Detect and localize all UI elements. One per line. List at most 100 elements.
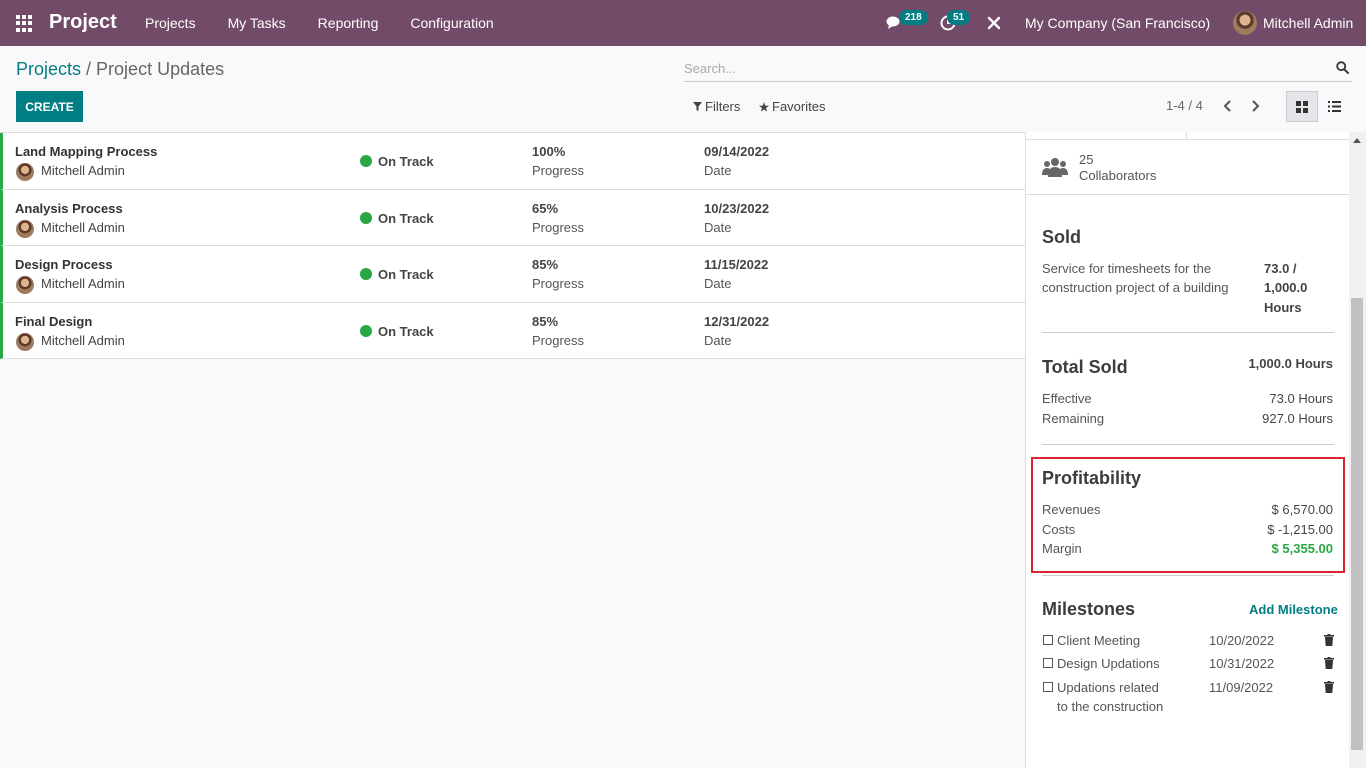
milestone-name[interactable]: Design Updations [1057,654,1160,673]
update-status: On Track [378,323,434,339]
kanban-view-button[interactable] [1286,91,1318,122]
progress-label: Progress [532,219,585,235]
user-menu[interactable]: Mitchell Admin [1263,15,1353,31]
project-updates-list: Land Mapping Process Mitchell Admin On T… [0,132,1025,359]
milestone-checkbox[interactable] [1043,635,1053,645]
update-progress: 85% [532,257,559,272]
avatar [16,219,34,238]
scrollbar-thumb[interactable] [1351,298,1363,750]
pager-next-icon[interactable] [1248,98,1262,114]
list-view-icon [1327,101,1341,112]
panel-scrollbar[interactable] [1349,132,1366,768]
milestone-name[interactable]: Updations related [1057,678,1159,697]
avatar [16,276,34,294]
update-name: Analysis Process [15,200,123,216]
effective-label: Effective [1042,391,1092,406]
divider [1042,575,1334,576]
company-switcher[interactable]: My Company (San Francisco) [1025,15,1210,31]
menu-configuration[interactable]: Configuration [410,15,493,31]
progress-label: Progress [532,332,585,348]
trash-icon[interactable] [1324,657,1334,669]
effective-value: 73.0 Hours [1269,391,1333,406]
milestone-date[interactable]: 10/20/2022 [1209,633,1274,648]
create-button[interactable]: CREATE [16,91,83,122]
sold-item-line2: construction project of a building [1042,280,1229,295]
update-date: 11/15/2022 [704,257,769,272]
progress-label: Progress [532,276,585,291]
user-avatar[interactable] [1233,11,1257,35]
divider [1042,332,1334,333]
status-dot-icon [360,211,372,224]
trash-icon[interactable] [1324,681,1334,693]
tools-icon[interactable] [987,16,1001,30]
collaborators-label[interactable]: Collaborators [1079,168,1156,183]
update-user: Mitchell Admin [41,219,125,235]
filter-icon [693,102,702,111]
milestones-title: Milestones [1042,599,1136,619]
date-label: Date [704,332,732,348]
divider [1026,194,1350,195]
update-row[interactable]: Design Process Mitchell Admin On Track 8… [0,246,1025,303]
panel-top-divider [1026,132,1350,140]
milestone-name[interactable]: Client Meeting [1057,631,1140,650]
date-label: Date [704,219,732,235]
revenues-label: Revenues [1042,502,1101,517]
update-status: On Track [378,210,434,226]
apps-menu-icon[interactable] [16,15,33,32]
margin-value: $ 5,355.00 [1271,541,1333,556]
update-date: 09/14/2022 [704,144,770,159]
divider [1042,444,1334,445]
breadcrumb-current: Project Updates [96,59,225,79]
add-milestone-button[interactable]: Add Milestone [1249,602,1338,617]
breadcrumb: Projects / Project Updates [16,59,224,80]
sold-title: Sold [1042,227,1081,247]
status-dot-icon [360,155,372,167]
progress-label: Progress [532,163,585,178]
milestone-checkbox[interactable] [1043,658,1053,668]
list-view-button[interactable] [1318,91,1350,122]
pager-previous-icon[interactable] [1221,98,1235,114]
update-user: Mitchell Admin [41,276,125,291]
update-progress: 85% [532,313,559,329]
update-user: Mitchell Admin [41,163,125,178]
milestone-date[interactable]: 11/09/2022 [1209,680,1273,695]
collaborators-count[interactable]: 25 [1079,152,1093,167]
favorites-dropdown[interactable]: Favorites [759,99,825,114]
update-row[interactable]: Land Mapping Process Mitchell Admin On T… [0,133,1025,190]
update-date: 10/23/2022 [704,200,770,216]
update-user: Mitchell Admin [41,332,125,348]
update-row[interactable]: Analysis Process Mitchell Admin On Track… [0,189,1025,246]
scroll-up-icon[interactable] [1353,138,1361,143]
search-icon[interactable] [1336,61,1349,74]
menu-my-tasks[interactable]: My Tasks [228,15,286,31]
filters-dropdown[interactable]: Filters [693,99,740,114]
menu-reporting[interactable]: Reporting [318,15,379,31]
total-sold-title: Total Sold [1042,357,1128,377]
update-name: Design Process [15,257,113,272]
remaining-value: 927.0 Hours [1262,411,1333,426]
app-title[interactable]: Project [49,11,117,34]
status-dot-icon [360,324,372,337]
star-icon [759,101,769,112]
revenues-value: $ 6,570.00 [1271,502,1333,517]
milestone-name-line2[interactable]: to the construction [1057,697,1163,716]
costs-label: Costs [1042,522,1076,537]
breadcrumb-separator: / [81,59,97,79]
costs-value: $ -1,215.00 [1267,522,1333,537]
milestone-date[interactable]: 10/31/2022 [1209,656,1274,671]
date-label: Date [704,163,732,178]
menu-projects[interactable]: Projects [145,15,196,31]
trash-icon[interactable] [1324,634,1334,646]
project-right-panel: 25 Collaborators Sold Service for timesh… [1025,132,1350,768]
milestone-checkbox[interactable] [1043,682,1053,692]
total-sold-value: 1,000.0 Hours [1248,356,1333,371]
profitability-title: Profitability [1042,468,1142,488]
search-input[interactable] [684,56,1324,80]
main-menu: Projects My Tasks Reporting Configuratio… [145,15,526,31]
filters-label: Filters [705,99,741,114]
update-row[interactable]: Final Design Mitchell Admin On Track 85%… [0,302,1025,359]
top-navbar: Project Projects My Tasks Reporting Conf… [0,0,1366,46]
breadcrumb-projects[interactable]: Projects [16,59,81,79]
sold-value-line3: Hours [1264,300,1302,315]
pager-value[interactable]: 1-4 / 4 [1166,98,1203,113]
